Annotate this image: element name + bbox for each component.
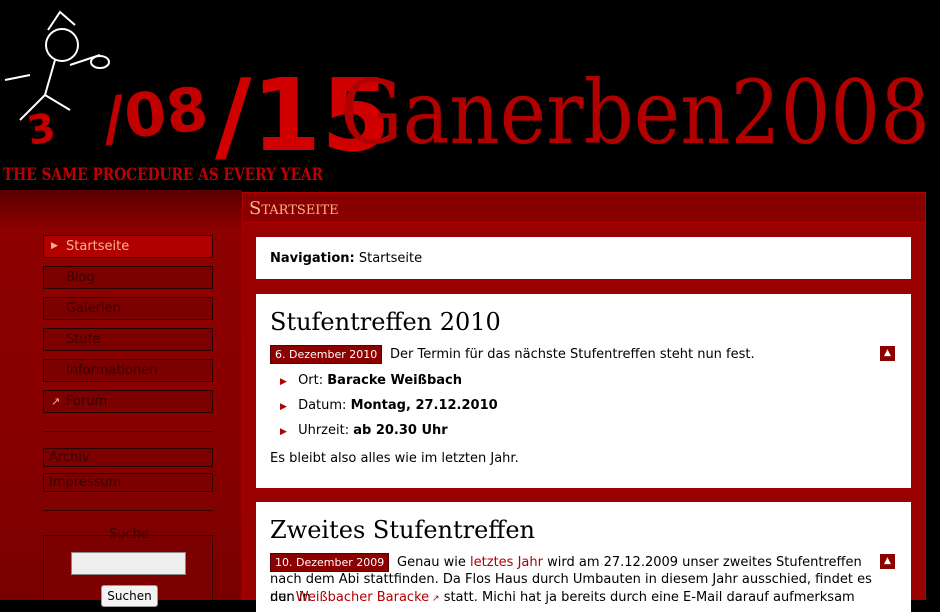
search-label: Suche bbox=[109, 527, 149, 542]
site-title: Ganerben2008 bbox=[340, 61, 930, 164]
arrow-right-icon: ▶ bbox=[51, 241, 58, 251]
sidebar-item-impressum[interactable]: Impressum bbox=[43, 473, 213, 492]
post-date-badge: 6. Dezember 2010 bbox=[270, 345, 383, 364]
post: Zweites Stufentreffen 10. Dezember 2009 … bbox=[256, 502, 911, 612]
list-item: ▶ Datum: Montag, 27.12.2010 bbox=[280, 398, 498, 413]
search-panel: Suche Suchen bbox=[43, 527, 213, 607]
logo-numbers: 3 /08 /15 bbox=[24, 57, 391, 174]
sidebar-item-galerien[interactable]: Galerien bbox=[43, 297, 213, 320]
post: Stufentreffen 2010 6. Dezember 2010 Der … bbox=[256, 294, 911, 488]
link-weissbacher-baracke[interactable]: Weißbacher Baracke bbox=[296, 590, 429, 605]
sidebar-item-stufe[interactable]: Stufe bbox=[43, 328, 213, 351]
post-text-line: Genau wie letztes Jahr wird am 27.12.200… bbox=[397, 555, 862, 570]
external-link-icon: ↗ bbox=[51, 395, 61, 408]
post-title: Zweites Stufentreffen bbox=[270, 516, 536, 544]
sidebar-item-blog[interactable]: Blog bbox=[43, 266, 213, 289]
arrow-right-icon: ▶ bbox=[280, 402, 287, 412]
sidebar-item-startseite[interactable]: ▶ Startseite bbox=[43, 235, 213, 258]
post-title: Stufentreffen 2010 bbox=[270, 308, 501, 336]
sidebar-item-label: Informationen bbox=[66, 363, 158, 378]
list-item: ▶ Uhrzeit: ab 20.30 Uhr bbox=[280, 423, 448, 438]
main-content: Startseite Navigation: Startseite Stufen… bbox=[242, 192, 926, 612]
slogan-text: THE SAME PROCEDURE AS EVERY YEAR bbox=[3, 165, 324, 185]
link-letztes-jahr[interactable]: letztes Jahr bbox=[470, 555, 543, 570]
sidebar-item-label: Galerien bbox=[66, 301, 121, 316]
search-button[interactable]: Suchen bbox=[101, 585, 158, 607]
search-input[interactable] bbox=[71, 552, 186, 575]
arrow-right-icon: ▶ bbox=[280, 377, 287, 387]
breadcrumb-current: Startseite bbox=[358, 251, 423, 266]
svg-text:3: 3 bbox=[24, 105, 59, 155]
mascot-illustration bbox=[4, 10, 110, 121]
post-date-badge: 10. Dezember 2009 bbox=[270, 553, 390, 572]
scroll-top-icon[interactable]: ▲ bbox=[880, 346, 895, 361]
sidebar-item-informationen[interactable]: Informationen bbox=[43, 359, 213, 382]
sidebar-item-label: Startseite bbox=[66, 239, 130, 254]
site-banner-graphic: 3 /08 /15 THE SAME PROCEDURE AS EVERY YE… bbox=[3, 10, 930, 185]
sidebar-divider bbox=[43, 510, 213, 511]
sidebar-divider bbox=[43, 431, 213, 432]
sidebar-item-label: Forum bbox=[66, 394, 108, 409]
site-header: 3 /08 /15 THE SAME PROCEDURE AS EVERY YE… bbox=[0, 0, 940, 190]
sidebar-item-label: Blog bbox=[66, 270, 95, 285]
sidebar-item-label: Stufe bbox=[66, 332, 101, 347]
svg-text:/08: /08 bbox=[99, 74, 211, 155]
breadcrumb: Navigation: Startseite bbox=[256, 237, 911, 279]
list-item: ▶ Ort: Baracke Weißbach bbox=[280, 373, 463, 388]
breadcrumb-label: Navigation: bbox=[270, 251, 355, 266]
sidebar-item-forum[interactable]: ↗ Forum bbox=[43, 390, 213, 413]
post-lead: Der Termin für das nächste Stufentreffen… bbox=[390, 347, 755, 362]
sidebar-item-label: Impressum bbox=[49, 475, 122, 490]
external-link-icon: ↗ bbox=[429, 594, 440, 604]
page-title: Startseite bbox=[243, 193, 925, 223]
post-footer-text: Es bleibt also alles wie im letzten Jahr… bbox=[270, 451, 519, 466]
post-text-line: der Weißbacher Baracke ↗ statt. Michi ha… bbox=[270, 590, 855, 605]
sidebar-item-label: Archiv bbox=[49, 450, 90, 465]
sidebar-item-archiv[interactable]: Archiv bbox=[43, 448, 213, 467]
arrow-right-icon: ▶ bbox=[280, 427, 287, 437]
